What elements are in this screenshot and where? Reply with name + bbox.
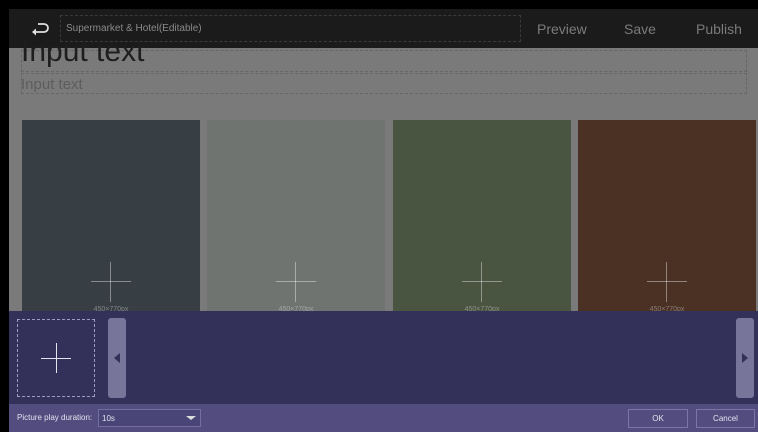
- panel-footer: Picture play duration: 10s OK Cancel: [9, 404, 758, 432]
- add-picture-button[interactable]: [17, 319, 95, 397]
- save-button[interactable]: Save: [624, 21, 656, 37]
- publish-button[interactable]: Publish: [696, 21, 742, 37]
- picture-slot-3[interactable]: 450×770px: [393, 120, 571, 320]
- subtitle-text-frame[interactable]: [21, 73, 747, 94]
- plus-icon: [276, 262, 316, 302]
- plus-icon: [91, 262, 131, 302]
- chevron-left-icon: [114, 353, 120, 363]
- return-arrow-icon: [32, 23, 49, 36]
- picture-slot-2[interactable]: 450×770px: [207, 120, 385, 320]
- duration-label: Picture play duration:: [17, 413, 93, 422]
- scroll-right-button[interactable]: [736, 318, 754, 398]
- plus-icon-vertical: [56, 343, 57, 373]
- project-title: Supermarket & Hotel(Editable): [66, 23, 202, 34]
- plus-icon: [647, 262, 687, 302]
- chevron-right-icon: [742, 353, 748, 363]
- scroll-left-button[interactable]: [108, 318, 126, 398]
- picture-slot-1[interactable]: 450×770px: [22, 120, 200, 320]
- picture-selection-panel: [9, 311, 758, 404]
- subtitle-text-input[interactable]: Input text: [21, 76, 83, 93]
- preview-button[interactable]: Preview: [537, 21, 587, 37]
- picture-slot-4[interactable]: 450×770px: [578, 120, 756, 320]
- cancel-button[interactable]: Cancel: [696, 409, 755, 428]
- title-text-input[interactable]: Input text: [21, 35, 144, 69]
- editor-window: Supermarket & Hotel(Editable) Preview Sa…: [9, 9, 758, 432]
- duration-value: 10s: [102, 414, 115, 423]
- plus-icon: [462, 262, 502, 302]
- dropdown-arrow-icon: [186, 416, 196, 420]
- ok-button[interactable]: OK: [628, 409, 688, 428]
- duration-select[interactable]: 10s: [98, 409, 201, 427]
